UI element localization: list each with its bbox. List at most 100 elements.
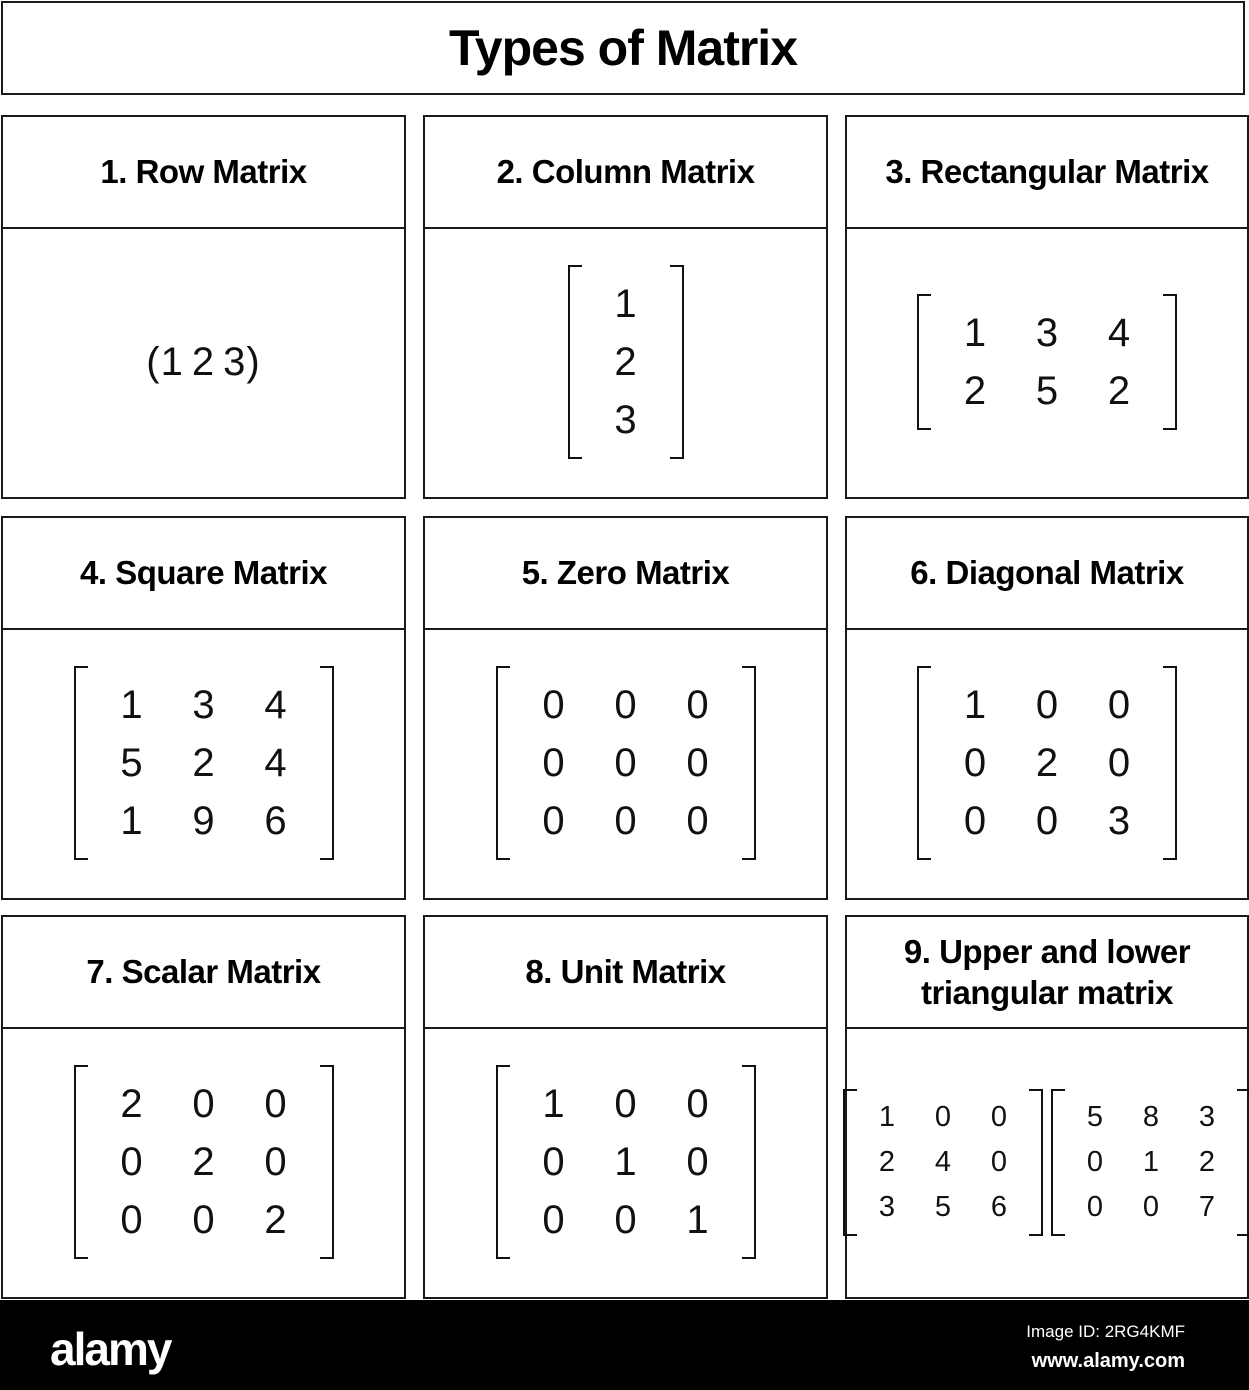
matrix-entry: 1 [614,1140,637,1184]
alamy-logo: alamy [50,1323,172,1375]
matrix-entry: 2 [192,1140,215,1184]
matrix-type-card: 4. Square Matrix 1 3 4 5 2 4 1 9 6 [1,516,406,900]
matrix-brackets: 1 0 0 2 4 0 3 5 6 [843,1088,1043,1236]
matrix-type-card: 1. Row Matrix (1 2 3) [1,115,406,499]
matrix-entry: 0 [686,1140,709,1184]
matrix-entry: 5 [1035,369,1059,413]
matrix-entry: 0 [934,1100,952,1133]
matrix-entry: 0 [120,1140,143,1184]
matrix-entry: 3 [1198,1100,1216,1133]
matrix-entry: 1 [542,1082,565,1126]
matrix-entry: 1 [963,311,987,355]
title-box: Types of Matrix [1,1,1245,95]
card-title: 7. Scalar Matrix [86,953,321,991]
card-example: 1 0 0 2 4 0 3 5 6 5 8 3 0 1 2 0 0 7 [843,1027,1249,1297]
matrix-entry: 1 [686,1198,709,1242]
matrix-entry: 5 [1086,1100,1104,1133]
card-title: 1. Row Matrix [100,153,307,191]
row-matrix-example: (1 2 3) [142,340,264,385]
card-example: 1 3 4 2 5 2 [847,227,1247,497]
matrix-entry: 4 [264,683,287,727]
card-title: 3. Rectangular Matrix [885,153,1209,191]
matrix-entry: 0 [686,1082,709,1126]
matrix-entry: 4 [1107,311,1131,355]
matrix-type-card: 6. Diagonal Matrix 1 0 0 0 2 0 0 0 3 [845,516,1249,900]
matrix-entry: 0 [192,1082,215,1126]
matrix-entry: 4 [264,741,287,785]
matrix-entry: 0 [963,741,987,785]
card-header: 6. Diagonal Matrix [847,518,1247,630]
matrix-entry: 2 [264,1198,287,1242]
card-title: 4. Square Matrix [80,554,327,592]
matrix-entry: 0 [542,1140,565,1184]
matrix-type-card: 5. Zero Matrix 0 0 0 0 0 0 0 0 0 [423,516,828,900]
matrix-entry: 0 [264,1140,287,1184]
matrix-entry: 0 [264,1082,287,1126]
image-id-text: Image ID: 2RG4KMF [1026,1322,1185,1341]
matrix-entry: 2 [192,741,215,785]
matrix-entry: (1 [146,339,184,384]
card-title: 9. Upper and lower triangular matrix [903,932,1191,1011]
matrix-entry: 0 [192,1198,215,1242]
matrix-entry: 1 [120,799,143,843]
card-example: 1 2 3 [425,227,826,497]
matrix-entry: 0 [686,799,709,843]
matrix-type-card: 2. Column Matrix 1 2 3 [423,115,828,499]
card-header: 4. Square Matrix [3,518,404,630]
page-title: Types of Matrix [448,20,798,76]
matrix-entry: 2 [1198,1145,1216,1178]
matrix-entry: 0 [614,799,637,843]
matrix-entry: 2 [963,369,987,413]
matrix-entry: 0 [1142,1190,1160,1223]
matrix-entry: 0 [1086,1145,1104,1178]
card-title: 6. Diagonal Matrix [910,554,1184,592]
triangular-matrix-pair: 1 0 0 2 4 0 3 5 6 5 8 3 0 1 2 0 0 7 [843,1088,1249,1236]
card-header: 9. Upper and lower triangular matrix [847,917,1247,1029]
matrix-brackets: 1 0 0 0 2 0 0 0 3 [917,666,1177,860]
card-title: 5. Zero Matrix [521,554,730,592]
matrix-brackets: 1 3 4 5 2 4 1 9 6 [73,666,334,860]
card-title: 2. Column Matrix [496,153,755,191]
matrix-entry: 0 [120,1198,143,1242]
matrix-entry: 3 [1035,311,1059,355]
matrix-entry: 4 [934,1145,952,1178]
matrix-brackets: 1 2 3 [567,265,684,459]
card-example: 1 0 0 0 1 0 0 0 1 [425,1027,826,1297]
matrix-brackets: 2 0 0 0 2 0 0 0 2 [73,1065,334,1259]
matrix-entry: 0 [686,741,709,785]
matrix-entry: 0 [990,1100,1008,1133]
card-header: 5. Zero Matrix [425,518,826,630]
matrix-entry: 0 [614,741,637,785]
matrix-entry: 3) [223,339,261,384]
matrix-entry: 2 [1035,741,1059,785]
matrix-entry: 3 [1107,799,1131,843]
matrix-entry: 0 [614,683,637,727]
card-title: 8. Unit Matrix [525,953,726,991]
card-example: (1 2 3) [3,227,404,497]
matrix-brackets: 5 8 3 0 1 2 0 0 7 [1051,1088,1249,1236]
matrix-entry: 6 [264,799,287,843]
matrix-entry: 1 [963,683,987,727]
matrix-entry: 1 [120,683,143,727]
matrix-entry: 2 [120,1082,143,1126]
card-header: 1. Row Matrix [3,117,404,229]
matrix-entry: 0 [542,1198,565,1242]
matrix-entry: 2 [878,1145,896,1178]
matrix-entry: 8 [1142,1100,1160,1133]
matrix-entry: 0 [990,1145,1008,1178]
matrix-brackets: 1 0 0 0 1 0 0 0 1 [495,1065,756,1259]
watermark-footer: alamy Image ID: 2RG4KMF www.alamy.com [0,1300,1249,1390]
card-header: 8. Unit Matrix [425,917,826,1029]
matrix-entry: 0 [542,683,565,727]
card-header: 7. Scalar Matrix [3,917,404,1029]
matrix-entry: 0 [1107,683,1131,727]
matrix-entry: 7 [1198,1190,1216,1223]
card-example: 2 0 0 0 2 0 0 0 2 [3,1027,404,1297]
matrix-entry: 5 [120,741,143,785]
card-example: 0 0 0 0 0 0 0 0 0 [425,628,826,898]
matrix-brackets: 1 3 4 2 5 2 [917,294,1177,430]
matrix-entry: 6 [990,1190,1008,1223]
matrix-entry: 0 [542,741,565,785]
matrix-entry: 0 [542,799,565,843]
matrix-entry: 0 [614,1082,637,1126]
